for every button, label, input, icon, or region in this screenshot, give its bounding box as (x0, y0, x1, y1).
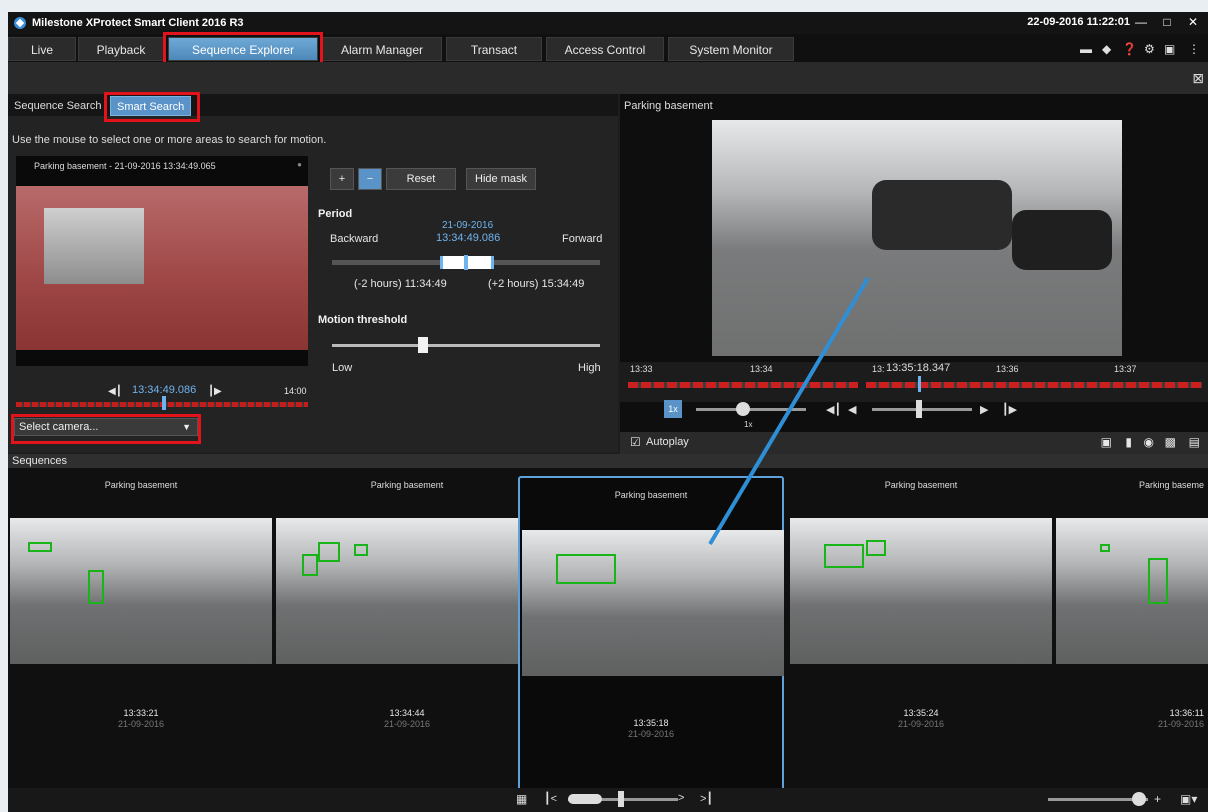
image-view-icon[interactable]: ▣▾ (1180, 792, 1197, 806)
app-window: Milestone XProtect Smart Client 2016 R3 … (8, 12, 1208, 812)
zoom-in-icon[interactable]: + (1154, 792, 1161, 806)
sequence-navigation: ▦ ┃< > >┃ + ▣▾ (8, 788, 1208, 812)
scroll-left-button[interactable] (568, 794, 602, 804)
next-icon[interactable]: > (678, 792, 684, 804)
connector-line (708, 276, 870, 546)
connector-line-path (708, 276, 870, 546)
zoom-knob[interactable] (1132, 792, 1146, 806)
scroll-thumb[interactable] (618, 791, 624, 807)
last-icon[interactable]: >┃ (700, 792, 713, 805)
calendar-icon[interactable]: ▦ (516, 792, 527, 806)
first-icon[interactable]: ┃< (544, 792, 557, 805)
